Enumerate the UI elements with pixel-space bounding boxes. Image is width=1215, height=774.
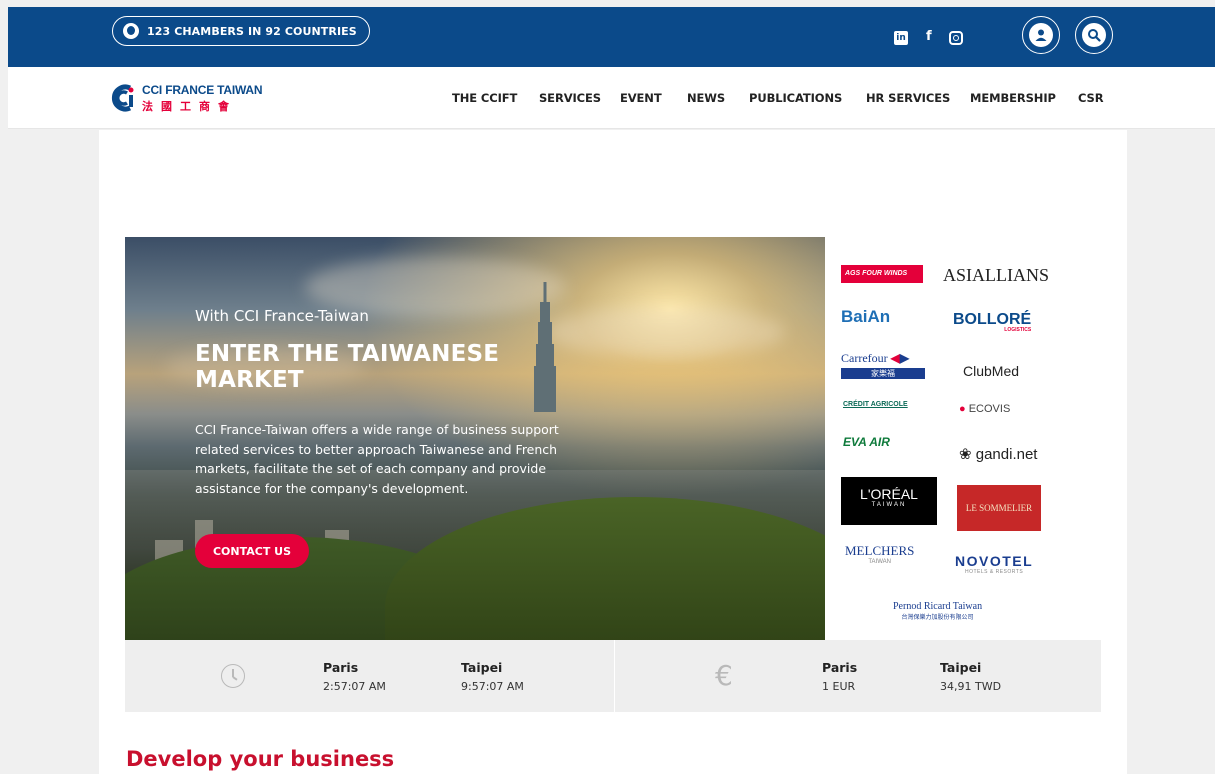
currency-paris-value: 1 EUR [822, 680, 856, 693]
time-taipei-label: Taipei [461, 660, 503, 675]
main-nav: CCI FRANCE TAIWAN 法國工商會 THE CCIFT SERVIC… [8, 67, 1215, 129]
account-button[interactable] [1022, 16, 1060, 54]
nav-item-news[interactable]: NEWS [687, 91, 725, 105]
currency-paris-label: Paris [822, 660, 858, 675]
time-paris-value: 2:57:07 AM [323, 680, 386, 693]
partner-loreal[interactable]: L'ORÉAL TAIWAN [841, 477, 937, 525]
partner-eva-air[interactable]: EVA AIR [843, 435, 890, 449]
nav-item-hr-services[interactable]: HR SERVICES [866, 91, 950, 105]
nav-item-the-ccift[interactable]: THE CCIFT [452, 91, 517, 105]
user-icon [1029, 23, 1053, 47]
time-taipei-value: 9:57:07 AM [461, 680, 524, 693]
info-divider [614, 640, 615, 712]
nav-item-membership[interactable]: MEMBERSHIP [970, 91, 1056, 105]
hero-description: CCI France-Taiwan offers a wide range of… [195, 422, 559, 496]
partner-ags-four-winds[interactable]: AGS FOUR WINDS [841, 265, 923, 283]
hero-banner: With CCI France-Taiwan ENTER THE TAIWANE… [125, 237, 825, 640]
partner-pernod-ricard[interactable]: Pernod Ricard Taiwan 台灣保樂力加股份有限公司 [893, 601, 982, 621]
partner-baian[interactable]: BaiAn [841, 307, 890, 327]
nav-item-csr[interactable]: CSR [1078, 91, 1104, 105]
contact-us-button[interactable]: CONTACT US [195, 534, 309, 568]
partner-clubmed[interactable]: ClubMed [963, 363, 1019, 379]
hero-subtitle: With CCI France-Taiwan [195, 307, 369, 325]
currency-taipei-value: 34,91 TWD [940, 680, 1002, 693]
nav-item-publications[interactable]: PUBLICATIONS [749, 91, 842, 105]
partner-novotel[interactable]: NOVOTEL HOTELS & RESORTS [955, 553, 1033, 575]
partner-melchers[interactable]: MELCHERS TAIWAN [845, 543, 914, 565]
time-paris-label: Paris [323, 660, 359, 675]
globe-icon [123, 23, 139, 39]
cci-logo[interactable]: CCI FRANCE TAIWAN 法國工商會 [110, 83, 263, 114]
logo-subtitle: 法國工商會 [142, 100, 237, 113]
instagram-icon[interactable] [949, 31, 963, 45]
partner-le-sommelier[interactable]: LE SOMMELIER [957, 485, 1041, 531]
currency-taipei-label: Taipei [940, 660, 982, 675]
info-bar: Paris 2:57:07 AM Taipei 9:57:07 AM € Par… [125, 640, 1101, 712]
logo-title: CCI FRANCE TAIWAN [142, 83, 263, 97]
partner-logos: AGS FOUR WINDS ASIALLIANS BaiAn BOLLORÉ … [825, 237, 1055, 640]
nav-item-services[interactable]: SERVICES [539, 91, 601, 105]
search-button[interactable] [1075, 16, 1113, 54]
clock-icon [221, 664, 245, 688]
nav-item-event[interactable]: EVENT [620, 91, 662, 105]
chambers-text: 123 CHAMBERS IN 92 COUNTRIES [147, 24, 357, 38]
hero-title: ENTER THE TAIWANESE MARKET [195, 341, 500, 393]
partner-bollore[interactable]: BOLLORÉ LOGISTICS [953, 311, 1031, 333]
section-title: Develop your business [126, 747, 395, 771]
search-icon [1082, 23, 1106, 47]
chambers-link[interactable]: 123 CHAMBERS IN 92 COUNTRIES [112, 16, 370, 46]
top-bar: 123 CHAMBERS IN 92 COUNTRIES in f [8, 7, 1215, 67]
euro-icon: € [715, 659, 733, 692]
partner-gandi[interactable]: ❀ gandi.net [959, 445, 1037, 463]
partner-ecovis[interactable]: ● ECOVIS [959, 403, 1010, 415]
partner-credit-agricole[interactable]: CRÉDIT AGRICOLE [843, 401, 908, 408]
facebook-icon[interactable]: f [926, 29, 932, 44]
partner-carrefour[interactable]: Carrefour ◀▶ 家樂福 [841, 351, 925, 379]
linkedin-icon[interactable]: in [894, 31, 908, 45]
logo-mark-icon [110, 83, 136, 113]
partner-asiallians[interactable]: ASIALLIANS [943, 265, 1049, 286]
